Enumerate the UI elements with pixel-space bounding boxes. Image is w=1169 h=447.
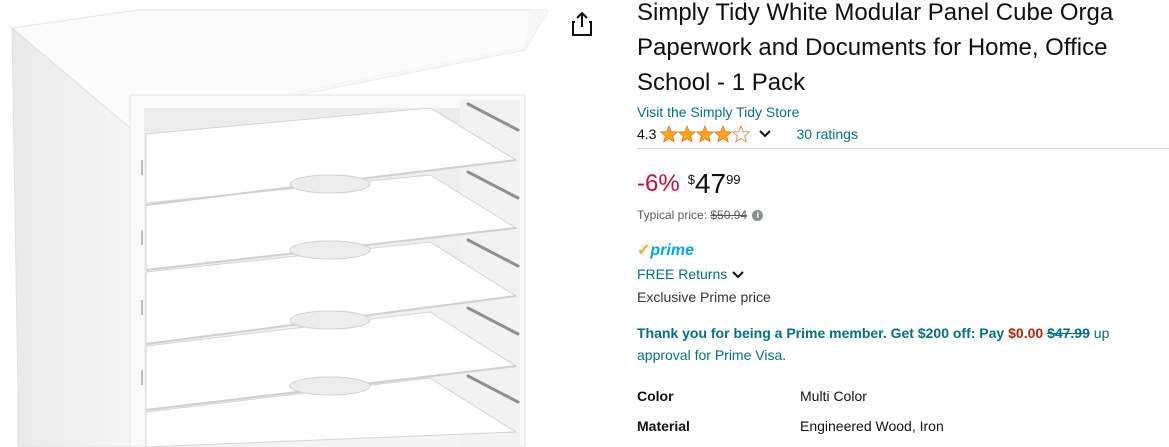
title-line: Simply Tidy White Modular Panel Cube Org…: [637, 0, 1114, 26]
title-line: School - 1 Pack: [637, 69, 806, 96]
price-block: -6% $ 47 99: [637, 168, 741, 200]
price-fraction: 99: [726, 172, 741, 187]
prime-badge: ✓prime: [637, 240, 694, 260]
typical-price: Typical price: $50.94 i: [637, 208, 764, 222]
star-icon: [660, 125, 751, 143]
product-image[interactable]: [0, 0, 560, 447]
divider: [637, 148, 1169, 149]
rating-value: 4.3: [637, 126, 657, 142]
price-whole: 47: [694, 168, 727, 199]
promo-old-amount: $47.99: [1047, 325, 1090, 341]
free-returns-link[interactable]: FREE Returns: [637, 266, 745, 282]
chevron-down-icon[interactable]: [758, 126, 772, 142]
rating-row: 4.3 30 ratings: [637, 125, 858, 143]
promo-text-tail: up: [1093, 325, 1110, 341]
spec-key: Material: [637, 418, 690, 434]
title-line: Paperwork and Documents for Home, Office: [637, 34, 1108, 61]
exclusive-prime-price: Exclusive Prime price: [637, 289, 771, 305]
spec-key: Color: [637, 388, 674, 404]
price-currency: $: [687, 172, 695, 187]
star-rating[interactable]: [660, 125, 752, 143]
prime-check-icon: ✓: [637, 242, 651, 259]
prime-label: prime: [650, 242, 694, 259]
prime-visa-promo[interactable]: Thank you for being a Prime member. Get …: [637, 321, 1109, 345]
chevron-down-icon: [732, 271, 744, 279]
product-title: Simply Tidy White Modular Panel Cube Org…: [637, 0, 1169, 100]
store-link[interactable]: Visit the Simply Tidy Store: [637, 104, 799, 120]
paper-organizer-image: [10, 9, 549, 447]
spec-value: Engineered Wood, Iron: [800, 418, 944, 434]
promo-pay-amount: $0.00: [1008, 325, 1044, 341]
discount-percent: -6%: [637, 170, 680, 197]
typical-price-label: Typical price:: [637, 208, 708, 222]
free-returns-label: FREE Returns: [637, 266, 728, 282]
promo-line2[interactable]: approval for Prime Visa.: [637, 345, 786, 365]
promo-text: Thank you for being a Prime member. Get …: [637, 325, 1005, 341]
typical-price-value: $50.94: [710, 208, 748, 222]
spec-value: Multi Color: [800, 388, 867, 404]
share-icon[interactable]: [570, 10, 594, 38]
ratings-count-link[interactable]: 30 ratings: [796, 126, 857, 142]
info-icon[interactable]: i: [752, 210, 764, 222]
